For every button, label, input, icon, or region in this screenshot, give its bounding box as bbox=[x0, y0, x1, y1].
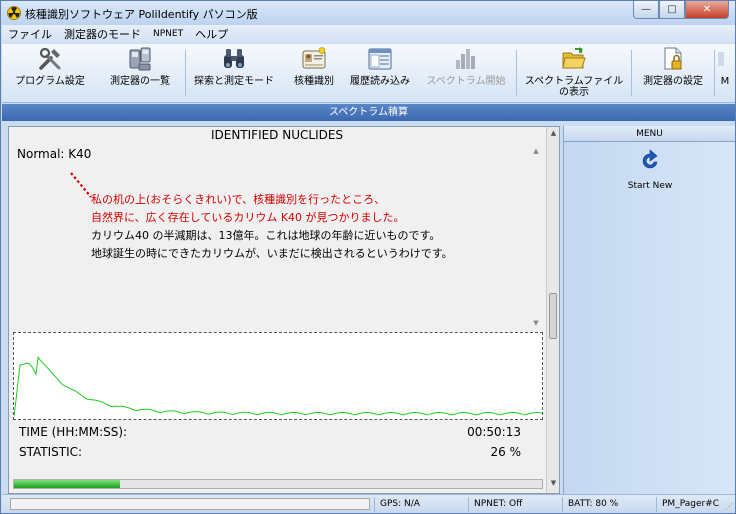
menu-bar: ファイル 測定器のモード NPNET ヘルプ bbox=[2, 25, 735, 43]
statistic-row: STATISTIC: 26 % bbox=[19, 445, 521, 459]
more-toolbar-label: M bbox=[720, 76, 730, 87]
binoculars-icon bbox=[224, 49, 244, 68]
spectrum-line bbox=[13, 356, 543, 418]
main-scrollbar[interactable]: ▲ ▼ bbox=[546, 127, 559, 493]
history-window-icon bbox=[368, 48, 392, 70]
statistic-label: STATISTIC: bbox=[19, 445, 83, 459]
toolbar-separator bbox=[516, 50, 517, 96]
id-card-icon bbox=[302, 47, 326, 69]
status-bar: GPS: N/A NPNET: Off BATT: 80 % PM_Pager#… bbox=[2, 494, 735, 513]
comment-line: カリウム40 の半減期は、13億年。これは地球の年齢に近いものです。 bbox=[91, 229, 441, 242]
more-toolbar-button[interactable]: M bbox=[718, 46, 732, 100]
comment-line: 地球誕生の時にできたカリウムが、いまだに検出されるというわけです。 bbox=[91, 247, 453, 260]
status-divider bbox=[468, 497, 469, 512]
toolbar-separator bbox=[185, 50, 186, 96]
bar-chart-icon bbox=[456, 49, 475, 69]
nuclide-list[interactable]: Normal: K40 私の机の上(おそらくきれい)で、核種識別を行ったところ、… bbox=[9, 143, 545, 333]
toolbar: プログラム設定 測定器の一覧 探索と測定モード 核種識別 履歴読み込み スペクト… bbox=[2, 44, 735, 103]
minimize-button[interactable]: — bbox=[633, 1, 659, 19]
show-spectrum-file-label-line2: の表示 bbox=[559, 87, 589, 98]
scroll-up-icon[interactable]: ▲ bbox=[547, 129, 560, 137]
nuclide-id-label: 核種識別 bbox=[294, 76, 334, 87]
close-button[interactable]: ✕ bbox=[685, 1, 729, 19]
menu-file[interactable]: ファイル bbox=[2, 26, 58, 42]
spectrum-chart bbox=[13, 332, 543, 420]
comment-line: 私の机の上(おそらくきれい)で、核種識別を行ったところ、 bbox=[91, 193, 386, 206]
npnet-status: NPNET: Off bbox=[474, 499, 523, 509]
devices-icon bbox=[129, 47, 151, 71]
spectrum-start-label: スペクトラム開始 bbox=[426, 76, 506, 87]
program-settings-label: プログラム設定 bbox=[15, 76, 85, 87]
window-controls: — □ ✕ bbox=[633, 1, 729, 19]
spectrum-start-button[interactable]: スペクトラム開始 bbox=[420, 46, 512, 100]
status-divider bbox=[374, 497, 375, 512]
maximize-button[interactable]: □ bbox=[659, 1, 685, 19]
refresh-arrow-icon bbox=[642, 149, 658, 169]
toolbar-separator bbox=[714, 50, 715, 96]
device-list-label: 測定器の一覧 bbox=[110, 76, 170, 87]
app-window: 核種識別ソフトウェア PoliIdentify パソコン版 — □ ✕ ファイル… bbox=[0, 0, 736, 514]
progress-bar bbox=[13, 479, 543, 489]
time-value: 00:50:13 bbox=[467, 425, 521, 439]
battery-status: BATT: 80 % bbox=[568, 499, 619, 509]
search-measure-mode-label: 探索と測定モード bbox=[194, 76, 274, 87]
time-row: TIME (HH:MM:SS): 00:50:13 bbox=[19, 425, 521, 439]
progress-fill bbox=[14, 480, 120, 488]
main-panel: IDENTIFIED NUCLIDES Normal: K40 私の机の上(おそ… bbox=[8, 126, 560, 494]
status-divider bbox=[562, 497, 563, 512]
device-settings-button[interactable]: 測定器の設定 bbox=[636, 46, 710, 100]
title-bar[interactable]: 核種識別ソフトウェア PoliIdentify パソコン版 — □ ✕ bbox=[1, 1, 735, 25]
start-new-button[interactable]: Start New bbox=[622, 148, 678, 191]
identified-nuclides-title: IDENTIFIED NUCLIDES bbox=[210, 128, 344, 142]
status-divider bbox=[656, 497, 657, 512]
more-icon bbox=[718, 52, 724, 66]
program-settings-button[interactable]: プログラム設定 bbox=[12, 46, 88, 100]
nuclide-scrollbar[interactable]: ▲ ▼ bbox=[531, 147, 541, 337]
comment-line: 自然界に、広く存在しているカリウム K40 が見つかりました。 bbox=[91, 211, 405, 224]
folder-icon bbox=[562, 47, 586, 69]
gps-status: GPS: N/A bbox=[380, 499, 420, 509]
load-history-label: 履歴読み込み bbox=[350, 76, 410, 87]
menu-device-mode[interactable]: 測定器のモード bbox=[58, 26, 147, 42]
show-spectrum-file-label: スペクトラムファイル bbox=[524, 76, 624, 87]
section-header: スペクトラム積算 bbox=[2, 104, 735, 121]
spectrum-plot bbox=[13, 356, 543, 418]
show-spectrum-file-button[interactable]: スペクトラムファイル の表示 bbox=[520, 46, 628, 100]
window-title: 核種識別ソフトウェア PoliIdentify パソコン版 bbox=[25, 8, 258, 21]
scrollbar-thumb[interactable] bbox=[549, 293, 557, 339]
device-settings-label: 測定器の設定 bbox=[643, 76, 703, 87]
scroll-up-icon[interactable]: ▲ bbox=[531, 147, 541, 155]
pager-status: PM_Pager#C bbox=[662, 499, 720, 509]
nuclide-entry: Normal: K40 bbox=[17, 147, 92, 161]
radiation-icon bbox=[7, 6, 21, 20]
resize-grip-icon[interactable]: ⋰ bbox=[725, 502, 733, 511]
status-scrollbar[interactable] bbox=[10, 498, 370, 510]
search-measure-mode-button[interactable]: 探索と測定モード bbox=[188, 46, 280, 100]
load-history-button[interactable]: 履歴読み込み bbox=[344, 46, 416, 100]
scroll-down-icon[interactable]: ▼ bbox=[531, 319, 541, 327]
side-menu-panel: MENU Start New bbox=[563, 126, 735, 494]
locked-doc-icon bbox=[664, 47, 682, 70]
nuclide-id-button[interactable]: 核種識別 bbox=[286, 46, 342, 100]
device-list-button[interactable]: 測定器の一覧 bbox=[102, 46, 178, 100]
tools-icon bbox=[39, 47, 61, 70]
menu-npnet[interactable]: NPNET bbox=[147, 29, 189, 39]
toolbar-separator bbox=[631, 50, 632, 96]
side-menu-header: MENU bbox=[564, 126, 735, 142]
scroll-down-icon[interactable]: ▼ bbox=[547, 479, 560, 487]
time-label: TIME (HH:MM:SS): bbox=[19, 425, 128, 439]
statistic-value: 26 % bbox=[490, 445, 522, 459]
menu-help[interactable]: ヘルプ bbox=[189, 26, 234, 42]
start-new-label: Start New bbox=[627, 181, 673, 191]
